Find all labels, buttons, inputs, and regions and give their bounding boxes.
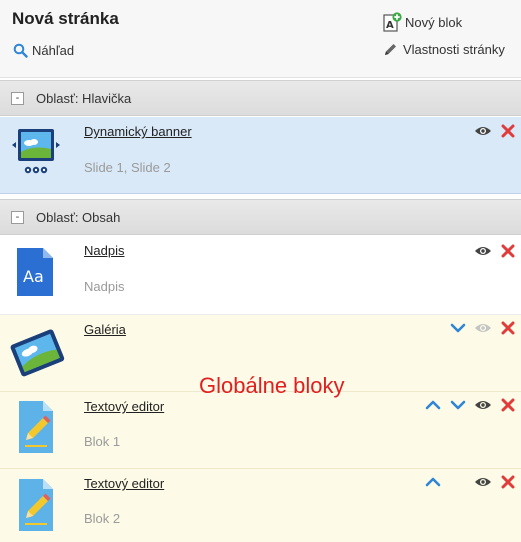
delete-icon (501, 124, 515, 138)
delete-button[interactable] (499, 243, 517, 259)
delete-button[interactable] (499, 123, 517, 139)
block-subtitle: Blok 2 (84, 511, 121, 526)
search-icon (13, 43, 28, 58)
delete-button[interactable] (499, 320, 517, 336)
block-dynamic-banner[interactable]: Dynamický banner Slide 1, Slide 2 (0, 117, 521, 194)
preview-label: Náhľad (32, 42, 75, 58)
block-subtitle: Blok 1 (84, 434, 121, 449)
visibility-toggle[interactable] (474, 474, 492, 490)
block-name[interactable]: Galéria (84, 322, 126, 337)
visibility-toggle[interactable] (474, 320, 492, 336)
chevron-up-icon (425, 477, 441, 487)
block-name[interactable]: Dynamický banner (84, 124, 192, 139)
chevron-down-icon (450, 323, 466, 333)
gallery-icon (10, 329, 65, 377)
block-name[interactable]: Textový editor (84, 476, 164, 491)
banner-icon (12, 129, 60, 174)
global-blocks-annotation: Globálne bloky (199, 373, 345, 398)
eye-icon (475, 127, 491, 135)
delete-icon (501, 321, 515, 335)
block-name[interactable]: Nadpis (84, 243, 124, 258)
block-heading[interactable]: Aa Nadpis Nadpis (0, 236, 521, 315)
move-down-button[interactable] (449, 397, 467, 413)
page-header: Nová stránka Náhľad A Nový blok Vlastnos… (0, 0, 521, 78)
heading-icon: Aa (17, 248, 53, 296)
chevron-down-icon (450, 400, 466, 410)
preview-button[interactable]: Náhľad (13, 41, 74, 59)
eye-icon (475, 401, 491, 409)
visibility-toggle[interactable] (474, 243, 492, 259)
move-down-button[interactable] (449, 320, 467, 336)
text-editor-icon (19, 401, 53, 453)
pencil-icon (385, 43, 396, 55)
collapse-button[interactable]: - (11, 210, 24, 224)
eye-icon (475, 478, 491, 486)
new-block-label: Nový blok (405, 14, 463, 30)
delete-button[interactable] (499, 397, 517, 413)
area-header-hlavicka: - Oblasť: Hlavička (0, 80, 521, 116)
chevron-up-icon (425, 400, 441, 410)
new-block-button[interactable]: A Nový blok (383, 12, 462, 32)
delete-icon (501, 475, 515, 489)
block-subtitle: Nadpis (84, 279, 125, 294)
block-text-editor-1[interactable]: Textový editor Blok 1 (0, 392, 521, 469)
eye-icon (475, 247, 491, 255)
area-label: Oblasť: Hlavička (36, 90, 132, 106)
block-name[interactable]: Textový editor (84, 399, 164, 414)
delete-icon (501, 398, 515, 412)
visibility-toggle[interactable] (474, 397, 492, 413)
area-header-obsah: - Oblasť: Obsah (0, 199, 521, 235)
delete-icon (501, 244, 515, 258)
page-title: Nová stránka (12, 9, 119, 28)
block-subtitle: Slide 1, Slide 2 (84, 160, 171, 175)
collapse-button[interactable]: - (11, 91, 24, 105)
area-label: Oblasť: Obsah (36, 209, 121, 225)
move-up-button[interactable] (424, 474, 442, 490)
eye-icon (475, 324, 491, 332)
block-text-editor-2[interactable]: Textový editor Blok 2 (0, 469, 521, 542)
svg-text:A: A (386, 20, 394, 31)
delete-button[interactable] (499, 474, 517, 490)
text-editor-icon (19, 479, 53, 531)
page-properties-label: Vlastnosti stránky (403, 41, 505, 57)
move-up-button[interactable] (424, 397, 442, 413)
svg-text:Aa: Aa (23, 267, 44, 286)
page-properties-button[interactable]: Vlastnosti stránky (383, 40, 505, 58)
visibility-toggle[interactable] (474, 123, 492, 139)
add-block-icon: A (383, 12, 402, 32)
